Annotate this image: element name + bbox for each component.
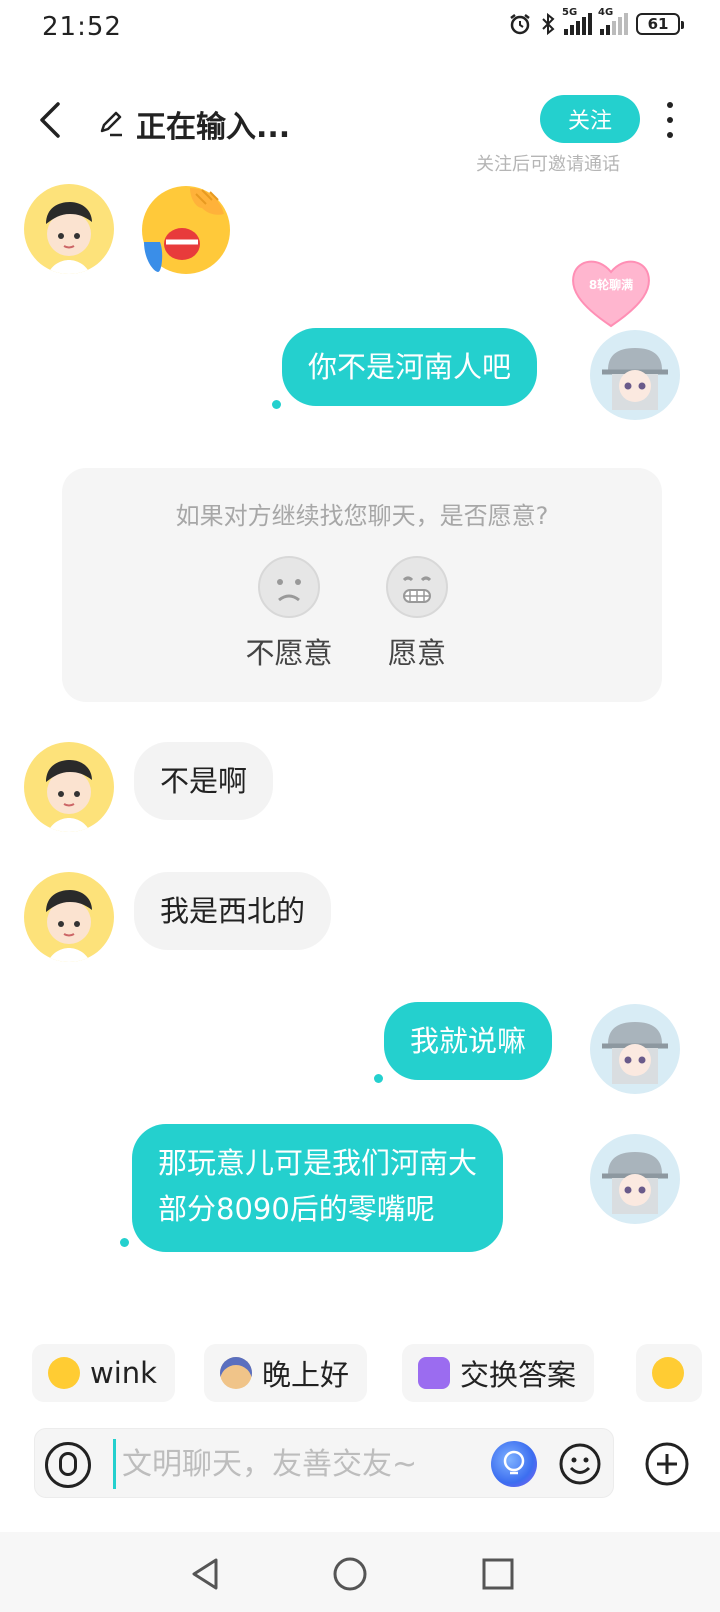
survey-option-label: 不愿意	[245, 636, 333, 670]
survey-option-label: 愿意	[387, 636, 446, 670]
quick-reply-swap-answers[interactable]: 交换答案	[402, 1344, 595, 1402]
avatar[interactable]	[24, 872, 114, 962]
more-options-button[interactable]	[660, 102, 680, 138]
boy-avatar-icon	[46, 202, 92, 274]
survey-card: 如果对方继续找您聊天，是否愿意? 不愿意 愿意	[62, 468, 662, 702]
quick-reply-label: 交换答案	[460, 1358, 577, 1392]
follow-button[interactable]: 关注	[540, 95, 640, 143]
message-input-bar	[34, 1428, 614, 1498]
avatar[interactable]	[590, 1004, 680, 1094]
survey-option-willing[interactable]: 愿意	[352, 556, 482, 672]
lightbulb-icon	[503, 1450, 525, 1475]
alarm-icon	[510, 14, 530, 35]
nav-home-button[interactable]	[330, 1554, 370, 1594]
message-input[interactable]	[113, 1439, 493, 1489]
quick-reply-wink[interactable]: wink	[32, 1344, 175, 1402]
girl-avatar-icon	[602, 348, 668, 410]
avatar[interactable]	[590, 330, 680, 420]
boy-avatar-icon	[46, 890, 92, 962]
status-icons: 5G 4G 61	[508, 7, 684, 36]
system-nav-bar	[0, 1532, 720, 1612]
battery-icon: 61	[636, 13, 684, 35]
circle-home-icon	[333, 1557, 367, 1591]
quick-reply-more[interactable]	[636, 1344, 702, 1402]
chat-rounds-badge: 8轮聊满	[568, 254, 654, 330]
quick-replies-bar: wink 晚上好 交换答案	[32, 1344, 720, 1402]
quick-reply-label: 晚上好	[262, 1358, 350, 1392]
loudly-crying-face-icon	[142, 186, 230, 274]
boy-avatar-icon	[46, 760, 92, 832]
survey-option-unwilling[interactable]: 不愿意	[224, 556, 354, 672]
emoji-button[interactable]	[557, 1441, 603, 1487]
pencil-icon	[100, 111, 122, 137]
girl-avatar-icon	[602, 1152, 668, 1214]
follow-hint: 关注后可邀请通话	[476, 154, 620, 175]
message-line: 部分8090后的零嘴呢	[158, 1192, 435, 1226]
ai-assistant-button[interactable]	[491, 1441, 537, 1487]
read-indicator	[374, 1074, 383, 1083]
square-recents-icon	[482, 1558, 514, 1590]
wink-emoji-icon	[652, 1357, 684, 1389]
nav-back-button[interactable]	[186, 1554, 226, 1594]
status-bar: 21:52 5G 4G 61	[0, 0, 720, 56]
read-indicator	[272, 400, 281, 409]
girl-avatar-icon	[602, 1022, 668, 1084]
voice-input-button[interactable]	[45, 1442, 91, 1488]
read-indicator	[120, 1238, 129, 1247]
triangle-back-icon	[192, 1558, 218, 1590]
status-time: 21:52	[42, 12, 122, 42]
chevron-left-icon	[40, 102, 60, 138]
moon-face-emoji-icon	[220, 1357, 252, 1389]
avatar[interactable]	[24, 184, 114, 274]
swap-answer-icon	[418, 1357, 450, 1389]
crying-emoji-message	[136, 182, 236, 276]
chat-header: 正在输入... 关注 关注后可邀请通话	[0, 80, 720, 180]
quick-reply-label: wink	[90, 1356, 157, 1390]
back-button[interactable]	[34, 100, 70, 140]
grin-face-icon	[386, 556, 448, 618]
message-bubble[interactable]: 你不是河南人吧	[282, 328, 538, 406]
message-line: 那玩意儿可是我们河南大	[158, 1146, 478, 1180]
signal-4g-icon: 4G	[598, 7, 628, 35]
add-attachment-button[interactable]	[644, 1441, 690, 1487]
avatar[interactable]	[590, 1134, 680, 1224]
avatar[interactable]	[24, 742, 114, 832]
message-bubble[interactable]: 不是啊	[134, 742, 274, 820]
bluetooth-icon	[542, 12, 555, 36]
title-wrap: 正在输入...	[96, 102, 290, 146]
badge-text: 8轮聊满	[588, 278, 634, 292]
message-bubble[interactable]: 那玩意儿可是我们河南大 部分8090后的零嘴呢	[132, 1124, 504, 1252]
smiley-icon	[559, 1443, 601, 1485]
message-bubble[interactable]: 我是西北的	[134, 872, 332, 950]
nav-recents-button[interactable]	[478, 1554, 518, 1594]
sad-face-icon	[258, 556, 320, 618]
plus-icon	[645, 1442, 689, 1486]
survey-question: 如果对方继续找您聊天，是否愿意?	[175, 502, 549, 530]
signal-5g-icon: 5G	[562, 7, 592, 35]
quick-reply-good-evening[interactable]: 晚上好	[204, 1344, 368, 1402]
page-title: 正在输入...	[136, 110, 291, 145]
message-bubble[interactable]: 我就说嘛	[384, 1002, 553, 1080]
wink-emoji-icon	[48, 1357, 80, 1389]
